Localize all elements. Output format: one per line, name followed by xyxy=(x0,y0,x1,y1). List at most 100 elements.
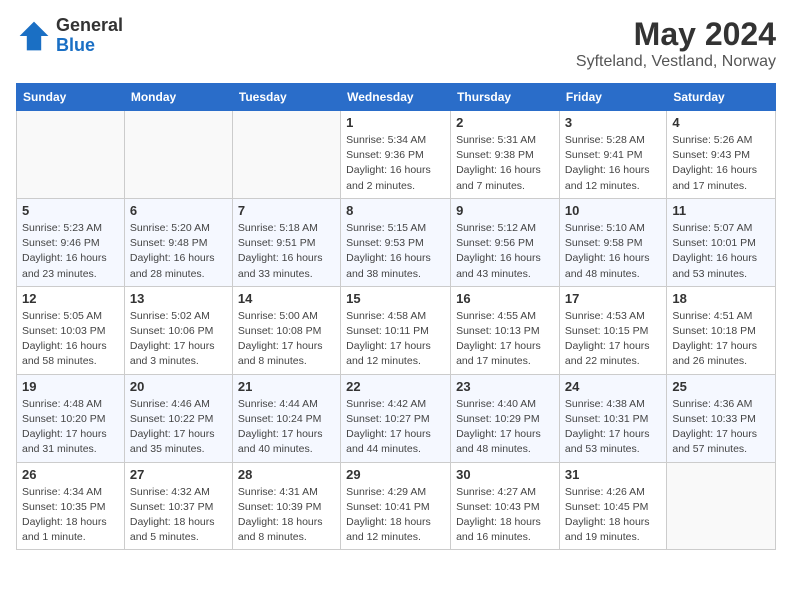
day-number: 26 xyxy=(22,467,119,482)
day-info: Sunrise: 5:05 AM Sunset: 10:03 PM Daylig… xyxy=(22,309,119,370)
day-number: 15 xyxy=(346,291,445,306)
day-info: Sunrise: 5:15 AM Sunset: 9:53 PM Dayligh… xyxy=(346,221,445,282)
calendar-day-cell: 17Sunrise: 4:53 AM Sunset: 10:15 PM Dayl… xyxy=(559,286,666,374)
day-number: 7 xyxy=(238,203,335,218)
day-info: Sunrise: 5:02 AM Sunset: 10:06 PM Daylig… xyxy=(130,309,227,370)
day-number: 24 xyxy=(565,379,661,394)
calendar-day-cell: 9 Sunrise: 5:12 AM Sunset: 9:56 PM Daylig… xyxy=(451,198,560,286)
day-number: 2 xyxy=(456,115,554,130)
calendar-day-cell: 24 Sunrise: 4:38 AM Sunset: 10:31 PM Dayl… xyxy=(559,374,666,462)
day-info: Sunrise: 5:34 AM Sunset: 9:36 PM Dayligh… xyxy=(346,133,445,194)
day-number: 3 xyxy=(565,115,661,130)
calendar-day-cell xyxy=(17,111,125,199)
calendar-day-cell: 25Sunrise: 4:36 AM Sunset: 10:33 PM Dayl… xyxy=(667,374,776,462)
day-info: Sunrise: 5:07 AM Sunset: 10:01 PM Daylig… xyxy=(672,221,770,282)
calendar-day-cell: 15 Sunrise: 4:58 AM Sunset: 10:11 PM Dayl… xyxy=(341,286,451,374)
day-number: 5 xyxy=(22,203,119,218)
day-info: Sunrise: 4:42 AM Sunset: 10:27 PM Daylig… xyxy=(346,397,445,458)
day-info: Sunrise: 5:10 AM Sunset: 9:58 PM Dayligh… xyxy=(565,221,661,282)
title-block: May 2024 Syfteland, Vestland, Norway xyxy=(576,16,776,71)
logo-blue-text: Blue xyxy=(56,36,123,56)
location-subtitle: Syfteland, Vestland, Norway xyxy=(576,53,776,71)
day-info: Sunrise: 4:51 AM Sunset: 10:18 PM Daylig… xyxy=(672,309,770,370)
day-info: Sunrise: 4:58 AM Sunset: 10:11 PM Daylig… xyxy=(346,309,445,370)
day-info: Sunrise: 4:46 AM Sunset: 10:22 PM Daylig… xyxy=(130,397,227,458)
day-info: Sunrise: 4:29 AM Sunset: 10:41 PM Daylig… xyxy=(346,485,445,546)
weekday-header: Friday xyxy=(559,84,666,111)
calendar-day-cell: 12 Sunrise: 5:05 AM Sunset: 10:03 PM Dayl… xyxy=(17,286,125,374)
calendar-day-cell: 23Sunrise: 4:40 AM Sunset: 10:29 PM Dayl… xyxy=(451,374,560,462)
calendar-day-cell xyxy=(124,111,232,199)
day-number: 25 xyxy=(672,379,770,394)
calendar-day-cell: 6 Sunrise: 5:20 AM Sunset: 9:48 PM Daylig… xyxy=(124,198,232,286)
calendar-day-cell: 26 Sunrise: 4:34 AM Sunset: 10:35 PM Dayl… xyxy=(17,462,125,550)
day-info: Sunrise: 5:23 AM Sunset: 9:46 PM Dayligh… xyxy=(22,221,119,282)
calendar-day-cell: 21Sunrise: 4:44 AM Sunset: 10:24 PM Dayl… xyxy=(232,374,340,462)
logo-icon xyxy=(16,18,52,54)
calendar-day-cell: 19 Sunrise: 4:48 AM Sunset: 10:20 PM Dayl… xyxy=(17,374,125,462)
day-info: Sunrise: 5:31 AM Sunset: 9:38 PM Dayligh… xyxy=(456,133,554,194)
calendar-week-row: 12 Sunrise: 5:05 AM Sunset: 10:03 PM Dayl… xyxy=(17,286,776,374)
page-header: General Blue May 2024 Syfteland, Vestlan… xyxy=(16,16,776,71)
calendar-day-cell: 16 Sunrise: 4:55 AM Sunset: 10:13 PM Dayl… xyxy=(451,286,560,374)
day-info: Sunrise: 5:20 AM Sunset: 9:48 PM Dayligh… xyxy=(130,221,227,282)
day-number: 14 xyxy=(238,291,335,306)
month-year-title: May 2024 xyxy=(576,16,776,53)
day-number: 10 xyxy=(565,203,661,218)
logo: General Blue xyxy=(16,16,123,56)
weekday-header: Sunday xyxy=(17,84,125,111)
calendar-day-cell: 20 Sunrise: 4:46 AM Sunset: 10:22 PM Dayl… xyxy=(124,374,232,462)
day-number: 16 xyxy=(456,291,554,306)
calendar-day-cell: 28Sunrise: 4:31 AM Sunset: 10:39 PM Dayl… xyxy=(232,462,340,550)
day-number: 8 xyxy=(346,203,445,218)
calendar-day-cell: 3Sunrise: 5:28 AM Sunset: 9:41 PM Daylig… xyxy=(559,111,666,199)
day-number: 31 xyxy=(565,467,661,482)
day-number: 19 xyxy=(22,379,119,394)
calendar-day-cell: 13Sunrise: 5:02 AM Sunset: 10:06 PM Dayl… xyxy=(124,286,232,374)
logo-text: General Blue xyxy=(56,16,123,56)
day-number: 6 xyxy=(130,203,227,218)
day-number: 29 xyxy=(346,467,445,482)
calendar-day-cell: 4Sunrise: 5:26 AM Sunset: 9:43 PM Daylig… xyxy=(667,111,776,199)
day-info: Sunrise: 4:32 AM Sunset: 10:37 PM Daylig… xyxy=(130,485,227,546)
day-number: 18 xyxy=(672,291,770,306)
day-info: Sunrise: 5:00 AM Sunset: 10:08 PM Daylig… xyxy=(238,309,335,370)
day-info: Sunrise: 5:26 AM Sunset: 9:43 PM Dayligh… xyxy=(672,133,770,194)
day-number: 21 xyxy=(238,379,335,394)
calendar-day-cell: 31 Sunrise: 4:26 AM Sunset: 10:45 PM Dayl… xyxy=(559,462,666,550)
calendar-week-row: 5 Sunrise: 5:23 AM Sunset: 9:46 PM Daylig… xyxy=(17,198,776,286)
day-info: Sunrise: 4:55 AM Sunset: 10:13 PM Daylig… xyxy=(456,309,554,370)
calendar-table: SundayMondayTuesdayWednesdayThursdayFrid… xyxy=(16,83,776,550)
calendar-week-row: 1 Sunrise: 5:34 AM Sunset: 9:36 PM Daylig… xyxy=(17,111,776,199)
day-number: 12 xyxy=(22,291,119,306)
day-info: Sunrise: 4:26 AM Sunset: 10:45 PM Daylig… xyxy=(565,485,661,546)
day-number: 28 xyxy=(238,467,335,482)
weekday-header: Saturday xyxy=(667,84,776,111)
weekday-header: Wednesday xyxy=(341,84,451,111)
weekday-header: Thursday xyxy=(451,84,560,111)
calendar-day-cell: 2 Sunrise: 5:31 AM Sunset: 9:38 PM Daylig… xyxy=(451,111,560,199)
day-info: Sunrise: 4:34 AM Sunset: 10:35 PM Daylig… xyxy=(22,485,119,546)
day-number: 23 xyxy=(456,379,554,394)
logo-general-text: General xyxy=(56,16,123,36)
day-number: 1 xyxy=(346,115,445,130)
calendar-day-cell: 10 Sunrise: 5:10 AM Sunset: 9:58 PM Dayli… xyxy=(559,198,666,286)
calendar-day-cell: 7 Sunrise: 5:18 AM Sunset: 9:51 PM Daylig… xyxy=(232,198,340,286)
weekday-header-row: SundayMondayTuesdayWednesdayThursdayFrid… xyxy=(17,84,776,111)
calendar-day-cell: 30Sunrise: 4:27 AM Sunset: 10:43 PM Dayl… xyxy=(451,462,560,550)
day-number: 11 xyxy=(672,203,770,218)
day-info: Sunrise: 4:53 AM Sunset: 10:15 PM Daylig… xyxy=(565,309,661,370)
day-info: Sunrise: 5:12 AM Sunset: 9:56 PM Dayligh… xyxy=(456,221,554,282)
day-number: 20 xyxy=(130,379,227,394)
calendar-week-row: 19 Sunrise: 4:48 AM Sunset: 10:20 PM Dayl… xyxy=(17,374,776,462)
day-number: 22 xyxy=(346,379,445,394)
calendar-day-cell: 18 Sunrise: 4:51 AM Sunset: 10:18 PM Dayl… xyxy=(667,286,776,374)
day-info: Sunrise: 5:18 AM Sunset: 9:51 PM Dayligh… xyxy=(238,221,335,282)
calendar-day-cell xyxy=(232,111,340,199)
day-number: 9 xyxy=(456,203,554,218)
calendar-day-cell: 1 Sunrise: 5:34 AM Sunset: 9:36 PM Daylig… xyxy=(341,111,451,199)
day-info: Sunrise: 4:48 AM Sunset: 10:20 PM Daylig… xyxy=(22,397,119,458)
calendar-day-cell: 11 Sunrise: 5:07 AM Sunset: 10:01 PM Dayl… xyxy=(667,198,776,286)
day-info: Sunrise: 4:38 AM Sunset: 10:31 PM Daylig… xyxy=(565,397,661,458)
calendar-day-cell: 8 Sunrise: 5:15 AM Sunset: 9:53 PM Daylig… xyxy=(341,198,451,286)
